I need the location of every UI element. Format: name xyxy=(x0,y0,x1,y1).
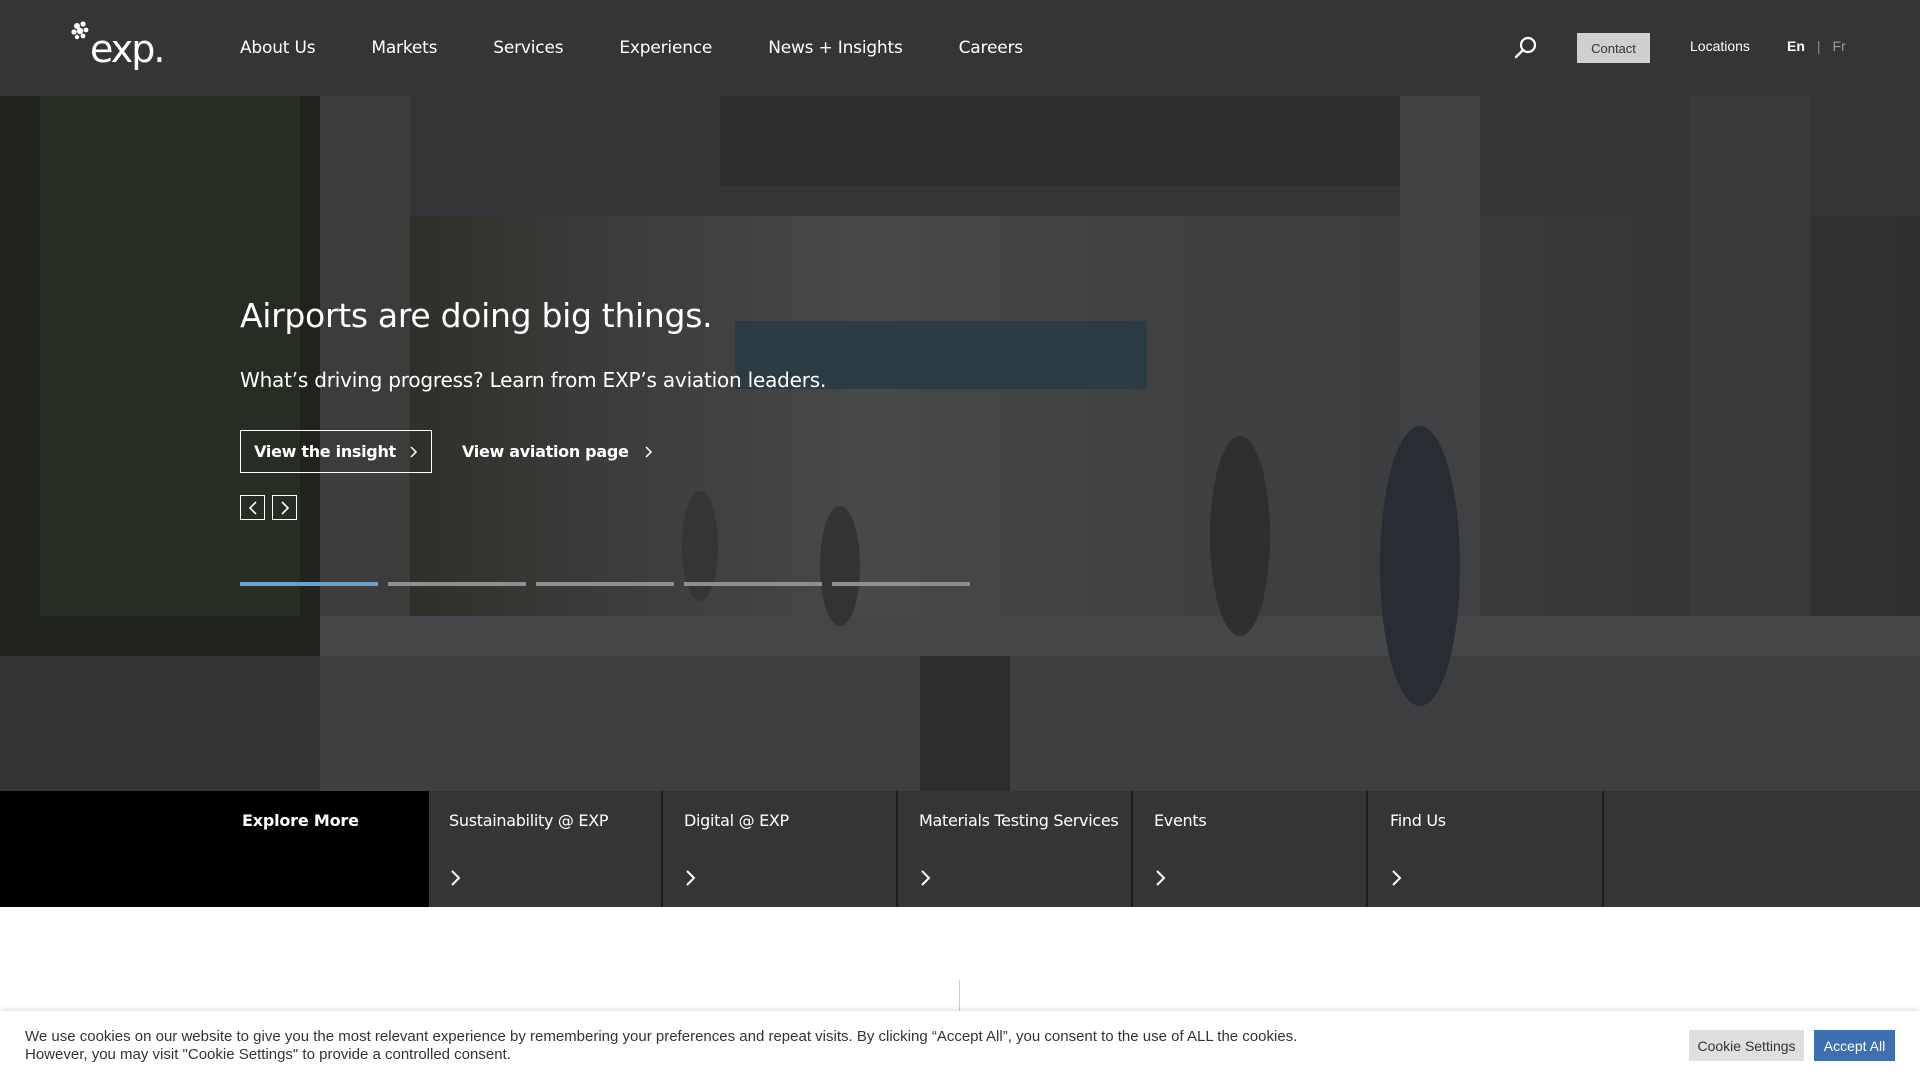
explore-card-events[interactable]: Events xyxy=(1134,791,1368,907)
chevron-right-icon xyxy=(921,870,931,886)
lang-en-link[interactable]: En xyxy=(1787,38,1805,54)
explore-card-title: Digital @ EXP xyxy=(684,811,789,830)
view-insight-button[interactable]: View the insight xyxy=(240,430,432,473)
chevron-right-icon xyxy=(280,500,289,515)
explore-card-title: Sustainability @ EXP xyxy=(449,811,609,830)
slider-prev-button[interactable] xyxy=(240,495,265,520)
contact-button[interactable]: Contact xyxy=(1577,33,1650,63)
chevron-right-icon xyxy=(686,870,696,886)
explore-more-heading: Explore More xyxy=(242,811,359,830)
slide-indicator-1[interactable] xyxy=(240,582,378,586)
hero-slider: Airports are doing big things. What’s dr… xyxy=(0,96,1920,791)
cookie-message: We use cookies on our website to give yo… xyxy=(25,1028,1298,1063)
view-aviation-label: View aviation page xyxy=(462,442,629,461)
nav-services[interactable]: Services xyxy=(493,38,563,58)
chevron-left-icon xyxy=(248,500,257,515)
chevron-right-icon xyxy=(645,445,652,458)
site-header: exp. About Us Markets Services Experienc… xyxy=(0,0,1920,96)
chevron-right-icon xyxy=(1392,870,1402,886)
slide-indicator-3[interactable] xyxy=(536,582,674,586)
accept-all-button[interactable]: Accept All xyxy=(1814,1030,1895,1061)
main-nav: About Us Markets Services Experience New… xyxy=(240,0,1023,96)
explore-card-sustainability-exp[interactable]: Sustainability @ EXP xyxy=(429,791,663,907)
explore-card-title: Materials Testing Services xyxy=(919,811,1119,830)
nav-about-us[interactable]: About Us xyxy=(240,38,316,58)
nav-markets[interactable]: Markets xyxy=(371,38,437,58)
explore-more-heading-block: Explore More xyxy=(0,791,429,907)
explore-card-title: Events xyxy=(1154,811,1207,830)
chevron-right-icon xyxy=(451,870,461,886)
svg-text:exp.: exp. xyxy=(90,27,163,71)
view-aviation-page-link[interactable]: View aviation page xyxy=(462,430,653,473)
hero-title: Airports are doing big things. xyxy=(240,296,713,335)
explore-card-find-us[interactable]: Find Us xyxy=(1370,791,1604,907)
explore-card-title: Find Us xyxy=(1390,811,1446,830)
search-icon[interactable] xyxy=(1512,34,1540,62)
chevron-right-icon xyxy=(410,445,417,458)
slide-indicator-2[interactable] xyxy=(388,582,526,586)
explore-more-bar: Explore More Sustainability @ EXP Digital… xyxy=(0,791,1920,907)
explore-card-digital-exp[interactable]: Digital @ EXP xyxy=(664,791,898,907)
hero-subtitle: What’s driving progress? Learn from EXP’… xyxy=(240,368,827,392)
exp-logo[interactable]: exp. xyxy=(70,20,170,82)
locations-link[interactable]: Locations xyxy=(1690,38,1750,54)
language-switcher: En | Fr xyxy=(1787,38,1846,54)
slider-next-button[interactable] xyxy=(272,495,297,520)
explore-card-materials-testing-services[interactable]: Materials Testing Services xyxy=(899,791,1133,907)
nav-careers[interactable]: Careers xyxy=(959,38,1023,58)
nav-experience[interactable]: Experience xyxy=(619,38,712,58)
chevron-right-icon xyxy=(1156,870,1166,886)
exp-logo-mark: exp. xyxy=(71,21,165,71)
cookie-settings-button[interactable]: Cookie Settings xyxy=(1689,1030,1804,1061)
slide-indicator-4[interactable] xyxy=(684,582,822,586)
lang-separator: | xyxy=(1816,38,1821,54)
lang-fr-link[interactable]: Fr xyxy=(1833,38,1846,54)
slide-indicator-5[interactable] xyxy=(832,582,970,586)
view-insight-label: View the insight xyxy=(254,442,396,461)
cookie-consent-bar: We use cookies on our website to give yo… xyxy=(0,1011,1920,1080)
nav-news-insights[interactable]: News + Insights xyxy=(768,38,903,58)
